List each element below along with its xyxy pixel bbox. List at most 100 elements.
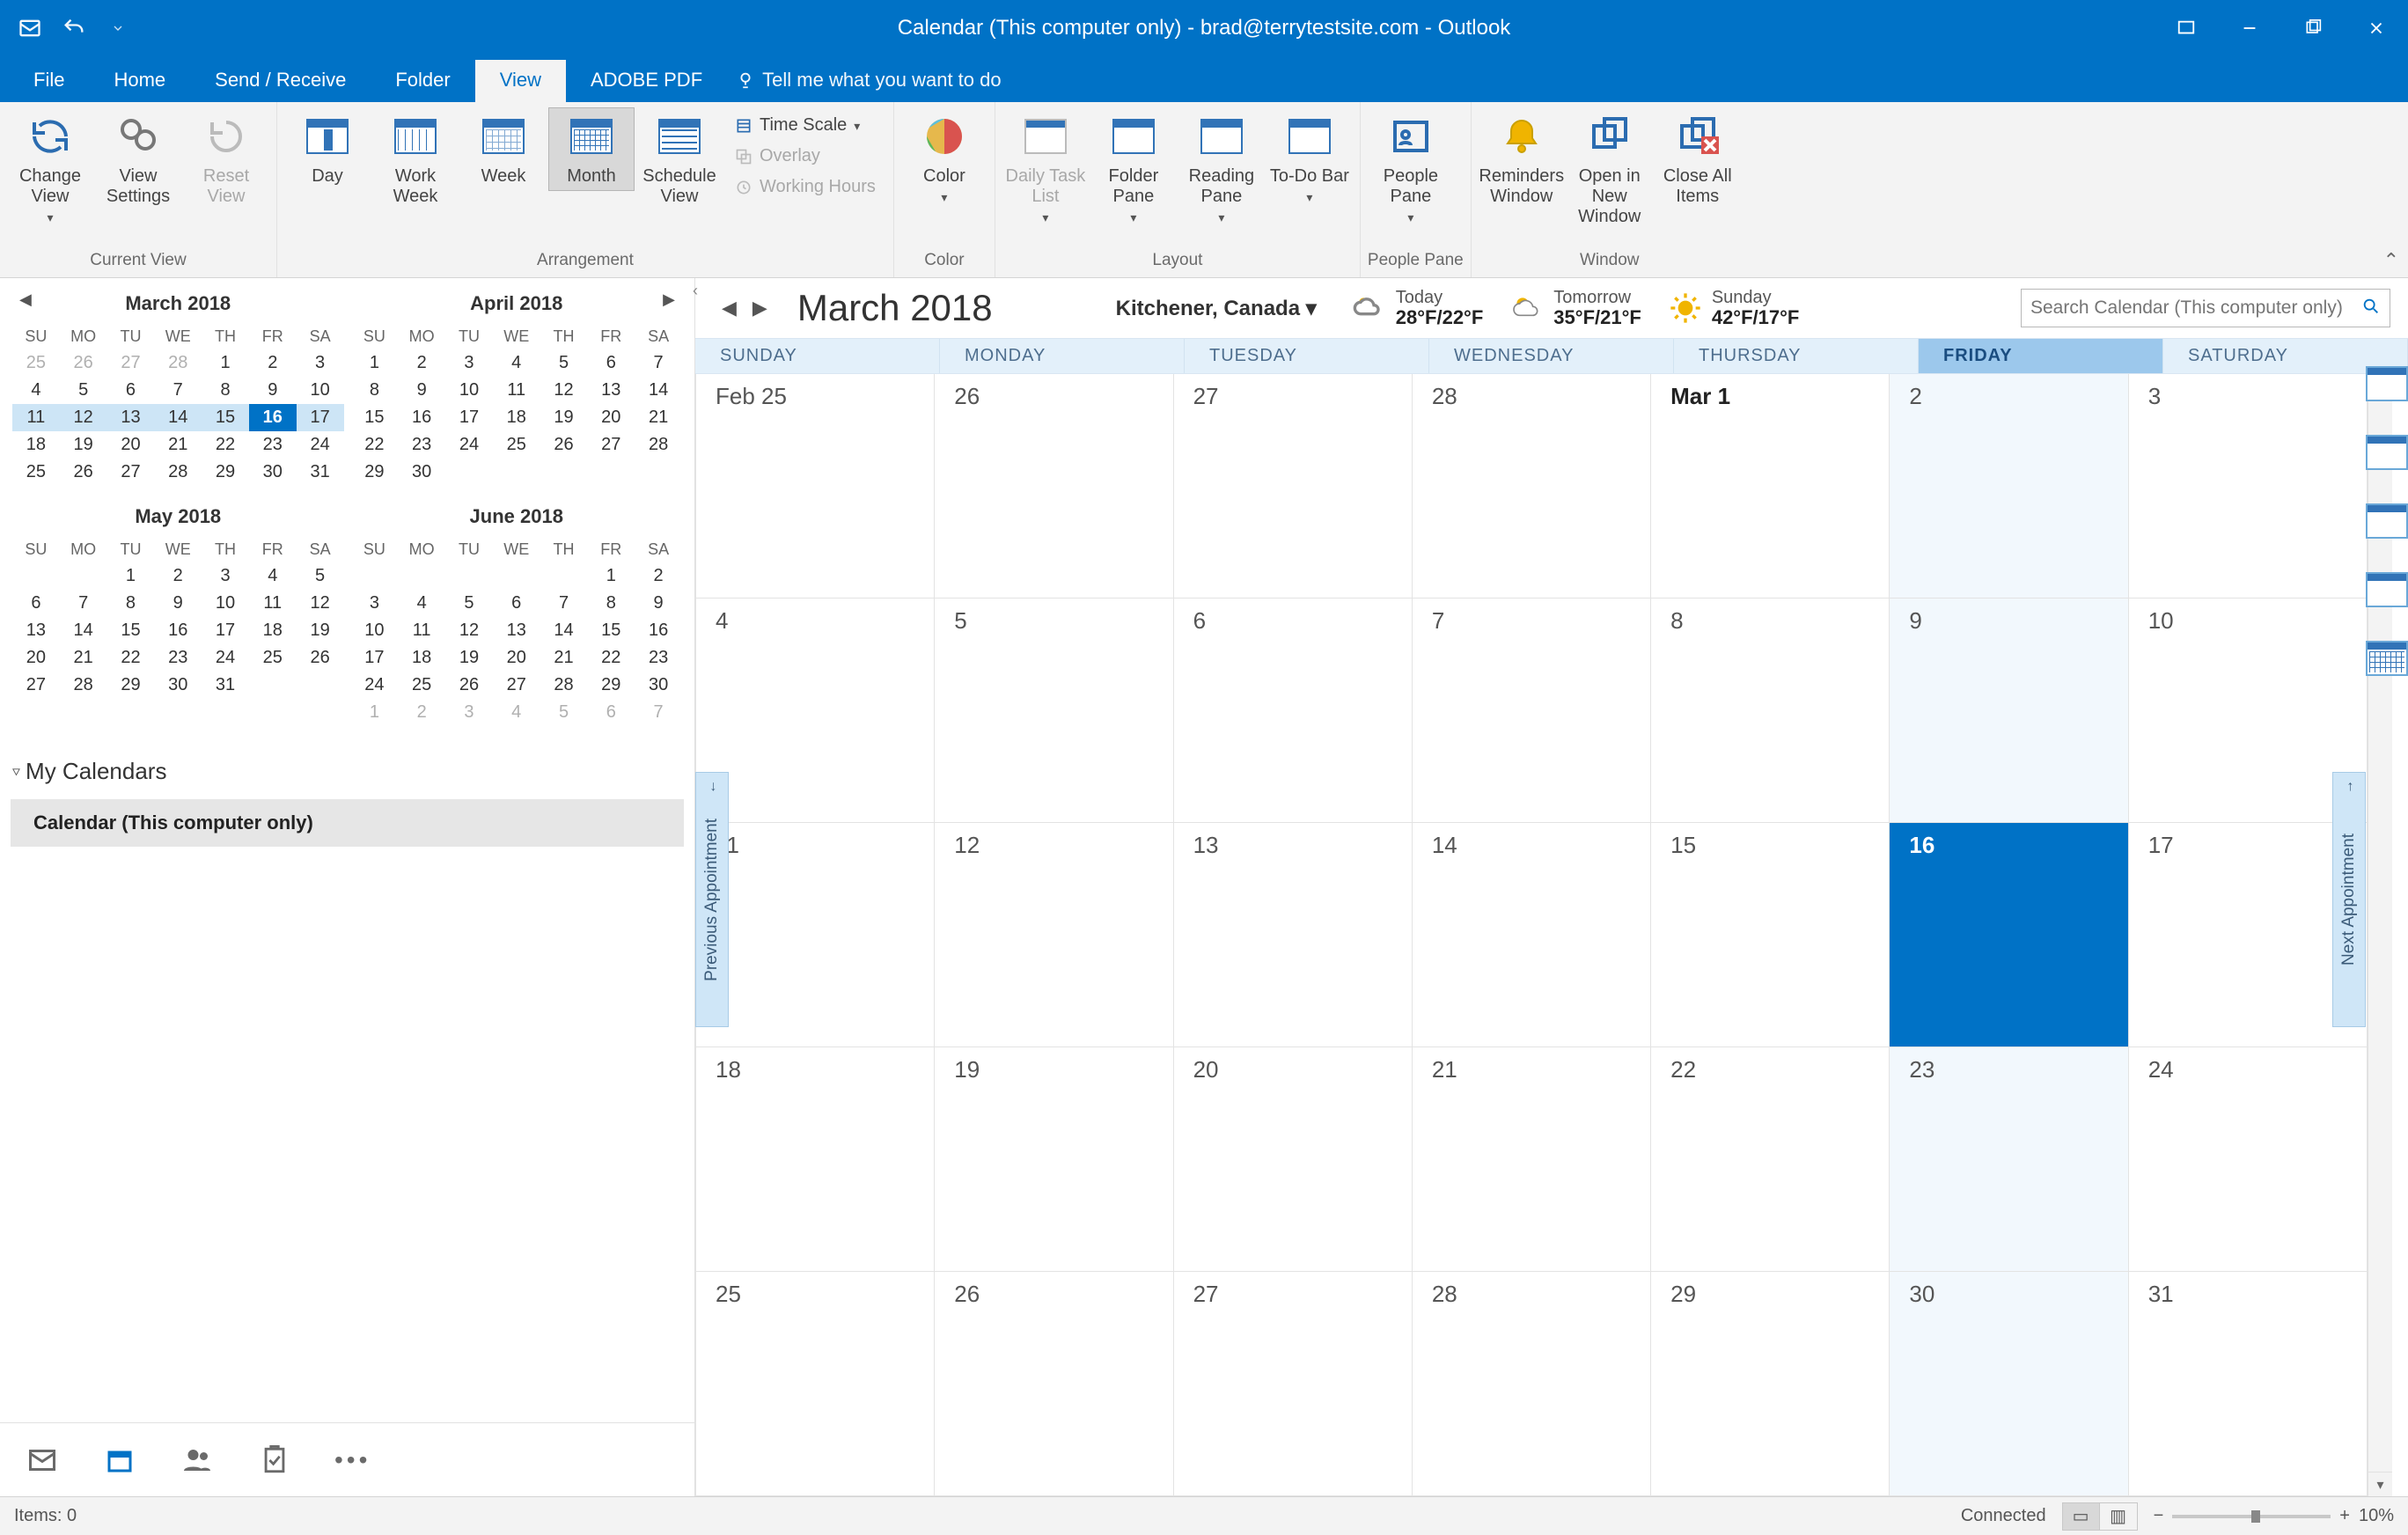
- mini-calendar-day[interactable]: 16: [398, 404, 445, 431]
- mini-calendar-day[interactable]: 8: [107, 590, 155, 617]
- mini-calendar-day[interactable]: 17: [202, 617, 249, 644]
- mini-calendar-day[interactable]: 16: [154, 617, 202, 644]
- mini-calendar-day[interactable]: 27: [107, 349, 155, 377]
- mini-calendar-day[interactable]: 30: [635, 672, 682, 699]
- mini-calendar-day[interactable]: 11: [249, 590, 297, 617]
- next-appointment-tab[interactable]: →Next Appointment: [2332, 772, 2366, 1027]
- week-button[interactable]: Week: [460, 107, 547, 191]
- mini-calendar-day[interactable]: 7: [154, 377, 202, 404]
- reading-view-icon[interactable]: ▥: [2100, 1503, 2137, 1530]
- calendar-cell[interactable]: 5: [935, 599, 1173, 823]
- weather-card[interactable]: Sunday42°F/17°F: [1668, 288, 1800, 328]
- mini-calendar-day[interactable]: 21: [60, 644, 107, 672]
- collapse-ribbon-icon[interactable]: ⌃: [2383, 249, 2399, 272]
- mini-calendar-day[interactable]: 13: [493, 617, 540, 644]
- mini-calendar-day[interactable]: 6: [493, 590, 540, 617]
- mini-calendar-day[interactable]: 18: [249, 617, 297, 644]
- mini-calendar-day[interactable]: 30: [249, 459, 297, 486]
- calendar-cell[interactable]: 11: [696, 823, 935, 1047]
- people-pane-button[interactable]: People Pane: [1368, 107, 1454, 231]
- tab-folder[interactable]: Folder: [371, 60, 474, 102]
- tab-file[interactable]: File: [9, 60, 89, 102]
- mini-calendar-day[interactable]: 2: [635, 562, 682, 590]
- calendar-cell[interactable]: 8: [1651, 599, 1890, 823]
- qat-send-receive-icon[interactable]: [16, 14, 44, 42]
- calendar-cell[interactable]: 16: [1890, 823, 2128, 1047]
- calendar-icon[interactable]: [102, 1443, 137, 1478]
- mini-calendar-day[interactable]: 6: [587, 699, 635, 726]
- mini-calendar-day[interactable]: 27: [587, 431, 635, 459]
- mini-calendar-day[interactable]: 26: [445, 672, 493, 699]
- mini-calendar-day[interactable]: 20: [107, 431, 155, 459]
- mini-calendar-day[interactable]: [493, 562, 540, 590]
- mini-calendar-day[interactable]: 25: [12, 349, 60, 377]
- mini-calendar-day[interactable]: 26: [60, 459, 107, 486]
- mini-calendar-day[interactable]: 4: [493, 699, 540, 726]
- mini-calendar-day[interactable]: 16: [635, 617, 682, 644]
- minimize-button[interactable]: [2218, 0, 2281, 56]
- mini-calendar-day[interactable]: 24: [351, 672, 399, 699]
- mini-calendar-day[interactable]: 12: [60, 404, 107, 431]
- mini-calendar-day[interactable]: 3: [445, 349, 493, 377]
- mini-calendar-day[interactable]: 16: [249, 404, 297, 431]
- close-all-items-button[interactable]: Close All Items: [1655, 107, 1741, 211]
- mini-calendar-day[interactable]: 19: [445, 644, 493, 672]
- mini-calendar-day[interactable]: 25: [398, 672, 445, 699]
- mini-calendar-day[interactable]: 2: [154, 562, 202, 590]
- view-toggle[interactable]: ▭ ▥: [2062, 1502, 2138, 1531]
- calendar-cell[interactable]: 26: [935, 374, 1173, 599]
- my-calendars-header[interactable]: My Calendars: [0, 744, 694, 799]
- mini-calendar-day[interactable]: 1: [351, 349, 399, 377]
- mini-calendar-day[interactable]: 29: [587, 672, 635, 699]
- mini-calendar-day[interactable]: 7: [635, 699, 682, 726]
- mini-calendar-day[interactable]: 28: [635, 431, 682, 459]
- mini-calendar-day[interactable]: 9: [249, 377, 297, 404]
- mini-calendar-day[interactable]: 4: [12, 377, 60, 404]
- nav-more-icon[interactable]: •••: [334, 1446, 371, 1474]
- calendar-cell[interactable]: 12: [935, 823, 1173, 1047]
- calendar-cell[interactable]: Feb 25: [696, 374, 935, 599]
- scroll-down-icon[interactable]: ▾: [2368, 1472, 2392, 1496]
- mini-calendar-day[interactable]: 24: [297, 431, 344, 459]
- mini-calendar-day[interactable]: 23: [635, 644, 682, 672]
- mini-calendar-day[interactable]: 22: [107, 644, 155, 672]
- mini-calendar-day[interactable]: 8: [351, 377, 399, 404]
- calendar-cell[interactable]: 13: [1174, 823, 1413, 1047]
- tab-adobe-pdf[interactable]: ADOBE PDF: [566, 60, 727, 102]
- mini-calendar-day[interactable]: 13: [587, 377, 635, 404]
- mini-calendar-day[interactable]: 26: [297, 644, 344, 672]
- mini-calendar-day[interactable]: 19: [297, 617, 344, 644]
- mini-calendar-day[interactable]: 21: [635, 404, 682, 431]
- calendar-cell[interactable]: 29: [1651, 1272, 1890, 1496]
- mini-calendar-day[interactable]: 5: [445, 590, 493, 617]
- calendar-cell[interactable]: 26: [935, 1272, 1173, 1496]
- calendar-cell[interactable]: 25: [696, 1272, 935, 1496]
- mini-calendar[interactable]: June 2018SUMOTUWETHFRSA12345678910111213…: [348, 495, 686, 735]
- close-button[interactable]: [2345, 0, 2408, 56]
- mini-calendar-day[interactable]: 14: [540, 617, 588, 644]
- mini-calendar-day[interactable]: 23: [398, 431, 445, 459]
- mini-calendar-day[interactable]: 1: [587, 562, 635, 590]
- prev-month-icon[interactable]: ◀: [12, 289, 39, 311]
- reading-pane-button[interactable]: Reading Pane: [1178, 107, 1265, 231]
- mini-calendar-day[interactable]: 7: [540, 590, 588, 617]
- mini-calendar-day[interactable]: 31: [297, 459, 344, 486]
- mini-calendar-day[interactable]: 10: [445, 377, 493, 404]
- mini-calendar-day[interactable]: [587, 459, 635, 486]
- mini-calendar-day[interactable]: 6: [12, 590, 60, 617]
- zoom-slider[interactable]: − + 10%: [2154, 1506, 2394, 1526]
- mini-calendar-day[interactable]: 11: [12, 404, 60, 431]
- qat-customize-icon[interactable]: [104, 14, 132, 42]
- mini-calendar-day[interactable]: 15: [351, 404, 399, 431]
- calendar-cell[interactable]: 9: [1890, 599, 2128, 823]
- mini-calendar-day[interactable]: 4: [398, 590, 445, 617]
- mini-calendar-day[interactable]: 15: [587, 617, 635, 644]
- day-button[interactable]: Day: [284, 107, 371, 191]
- mini-calendar-day[interactable]: 27: [107, 459, 155, 486]
- mini-calendar-day[interactable]: 5: [297, 562, 344, 590]
- mini-calendar-day[interactable]: 5: [540, 699, 588, 726]
- mini-calendar-day[interactable]: 12: [297, 590, 344, 617]
- tab-view[interactable]: View: [475, 60, 566, 102]
- mini-calendar-day[interactable]: 25: [12, 459, 60, 486]
- ribbon-display-options-icon[interactable]: [2155, 0, 2218, 56]
